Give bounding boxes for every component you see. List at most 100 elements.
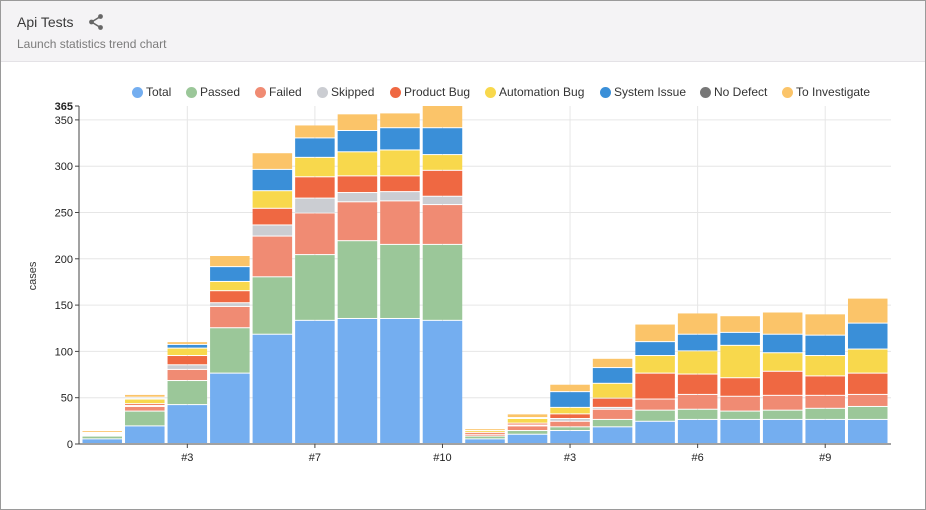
bar-segment-automation-bug[interactable] [125, 399, 165, 404]
bar-segment-to-investigate[interactable] [762, 312, 803, 334]
bar-segment-system-issue[interactable] [592, 368, 633, 383]
bar-segment-automation-bug[interactable] [465, 431, 505, 432]
bar-segment-passed[interactable] [847, 406, 888, 419]
bar-segment-product-bug[interactable] [210, 291, 250, 303]
bar-segment-system-issue[interactable] [252, 169, 293, 191]
bar-segment-total[interactable] [337, 318, 378, 443]
bar-segment-total[interactable] [720, 419, 760, 443]
bar-segment-passed[interactable] [720, 411, 760, 419]
bar-segment-total[interactable] [847, 419, 888, 443]
legend-item-skipped[interactable]: Skipped [317, 83, 374, 101]
legend-item-automation-bug[interactable]: Automation Bug [485, 83, 584, 101]
bar-segment-product-bug[interactable] [847, 373, 888, 394]
bar-segment-automation-bug[interactable] [720, 345, 760, 378]
bar-segment-total[interactable] [252, 334, 293, 443]
bar-segment-automation-bug[interactable] [847, 349, 888, 373]
bar-segment-automation-bug[interactable] [295, 157, 335, 177]
bar-segment-automation-bug[interactable] [550, 407, 590, 414]
bar-segment-passed[interactable] [422, 244, 463, 320]
bar-segment-to-investigate[interactable] [847, 298, 888, 323]
bar-segment-passed[interactable] [125, 411, 165, 426]
bar-segment-skipped[interactable] [252, 225, 293, 236]
bar-segment-to-investigate[interactable] [507, 414, 548, 418]
bar-segment-to-investigate[interactable] [210, 256, 250, 267]
bar-segment-automation-bug[interactable] [805, 356, 845, 376]
bar-segment-system-issue[interactable] [422, 128, 463, 155]
bar-segment-skipped[interactable] [210, 303, 250, 306]
bar-segment-failed[interactable] [762, 395, 803, 410]
bar-segment-passed[interactable] [762, 410, 803, 419]
bar-segment-to-investigate[interactable] [295, 125, 335, 138]
bar-segment-total[interactable] [805, 419, 845, 443]
bar-segment-product-bug[interactable] [380, 176, 420, 192]
bar-segment-failed[interactable] [380, 201, 420, 244]
bar-segment-automation-bug[interactable] [635, 356, 675, 373]
bar-segment-system-issue[interactable] [762, 334, 803, 353]
bar-segment-product-bug[interactable] [805, 376, 845, 395]
bar-segment-failed[interactable] [125, 406, 165, 411]
bar-segment-automation-bug[interactable] [380, 150, 420, 176]
bar-segment-failed[interactable] [337, 202, 378, 241]
bar-segment-product-bug[interactable] [252, 208, 293, 225]
bar-segment-failed[interactable] [805, 395, 845, 408]
bar-segment-total[interactable] [465, 439, 505, 443]
bar-segment-skipped[interactable] [422, 196, 463, 205]
bar-segment-to-investigate[interactable] [677, 313, 718, 334]
bar-segment-total[interactable] [422, 320, 463, 443]
bar-segment-system-issue[interactable] [847, 323, 888, 349]
bar-segment-system-issue[interactable] [210, 267, 250, 281]
bar-segment-system-issue[interactable] [677, 334, 718, 351]
bar-segment-total[interactable] [380, 318, 420, 443]
bar-segment-skipped[interactable] [550, 418, 590, 421]
bar-segment-skipped[interactable] [592, 407, 633, 409]
bar-segment-passed[interactable] [167, 381, 208, 405]
bar-segment-automation-bug[interactable] [762, 353, 803, 371]
bar-segment-automation-bug[interactable] [422, 155, 463, 170]
bar-segment-product-bug[interactable] [125, 404, 165, 406]
bar-segment-failed[interactable] [167, 369, 208, 381]
bar-segment-total[interactable] [295, 320, 335, 443]
bar-segment-system-issue[interactable] [805, 335, 845, 356]
bar-segment-skipped[interactable] [167, 365, 208, 369]
bar-segment-failed[interactable] [847, 394, 888, 406]
legend-item-to-investigate[interactable]: To Investigate [782, 83, 870, 101]
bar-segment-passed[interactable] [252, 277, 293, 334]
bar-segment-product-bug[interactable] [550, 414, 590, 418]
bar-segment-system-issue[interactable] [635, 342, 675, 356]
bar-segment-passed[interactable] [380, 244, 420, 318]
bar-segment-passed[interactable] [805, 408, 845, 419]
bar-segment-failed[interactable] [252, 236, 293, 277]
legend-item-no-defect[interactable]: No Defect [700, 83, 767, 101]
legend-item-total[interactable]: Total [132, 83, 171, 101]
bar-segment-product-bug[interactable] [677, 374, 718, 394]
bar-segment-total[interactable] [82, 439, 123, 443]
bar-segment-product-bug[interactable] [592, 398, 633, 407]
bar-segment-passed[interactable] [337, 241, 378, 318]
bar-segment-passed[interactable] [82, 436, 123, 439]
bar-segment-failed[interactable] [422, 205, 463, 244]
bar-segment-system-issue[interactable] [550, 392, 590, 407]
bar-segment-failed[interactable] [465, 434, 505, 436]
bar-segment-passed[interactable] [677, 409, 718, 419]
bar-segment-total[interactable] [677, 419, 718, 443]
bar-segment-system-issue[interactable] [720, 332, 760, 345]
bar-segment-to-investigate[interactable] [167, 342, 208, 344]
bar-segment-automation-bug[interactable] [252, 191, 293, 208]
bar-segment-to-investigate[interactable] [125, 394, 165, 397]
bar-segment-product-bug[interactable] [337, 176, 378, 193]
legend-item-failed[interactable]: Failed [255, 83, 302, 101]
bar-segment-to-investigate[interactable] [82, 431, 123, 432]
bar-segment-total[interactable] [125, 426, 165, 443]
bar-segment-total[interactable] [167, 405, 208, 443]
bar-segment-system-issue[interactable] [295, 138, 335, 157]
legend-item-passed[interactable]: Passed [186, 83, 240, 101]
bar-segment-total[interactable] [210, 373, 250, 443]
legend-item-system-issue[interactable]: System Issue [600, 83, 686, 101]
bar-segment-total[interactable] [507, 434, 548, 443]
bar-segment-failed[interactable] [720, 396, 760, 411]
bar-segment-product-bug[interactable] [762, 371, 803, 395]
bar-segment-automation-bug[interactable] [210, 281, 250, 291]
bar-segment-passed[interactable] [210, 328, 250, 373]
bar-segment-to-investigate[interactable] [805, 314, 845, 335]
bar-segment-total[interactable] [550, 431, 590, 443]
